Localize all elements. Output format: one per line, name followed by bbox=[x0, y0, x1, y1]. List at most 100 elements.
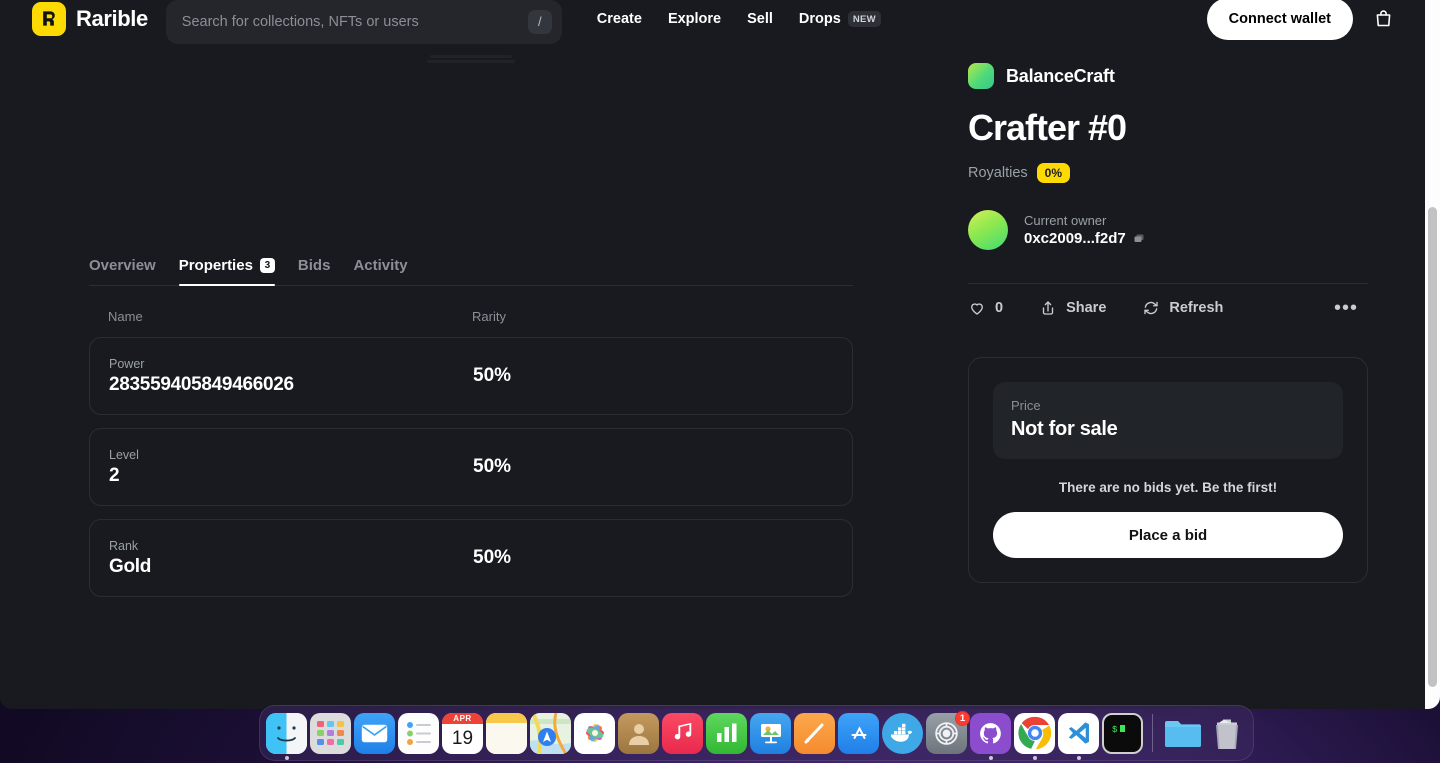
detail-tabs: Overview Properties 3 Bids Activity bbox=[89, 250, 853, 286]
dock-item-finder[interactable] bbox=[266, 712, 307, 760]
nav-item-explore[interactable]: Explore bbox=[655, 5, 734, 33]
running-indicator bbox=[988, 755, 993, 760]
dock-item-docker[interactable] bbox=[882, 712, 923, 754]
dock-item-terminal[interactable]: $ bbox=[1102, 712, 1143, 754]
property-rarity-cell: 50% bbox=[473, 456, 512, 477]
maps-icon bbox=[530, 712, 571, 754]
nav-item-drops-label: Drops bbox=[798, 10, 841, 27]
nav-item-create[interactable]: Create bbox=[584, 5, 655, 33]
dock-item-notes[interactable] bbox=[486, 712, 527, 754]
dock-item-contacts[interactable] bbox=[618, 712, 659, 754]
tab-bids[interactable]: Bids bbox=[298, 257, 331, 285]
scrollbar-thumb[interactable] bbox=[1428, 207, 1437, 687]
docker-icon bbox=[882, 712, 923, 754]
rarible-logo-icon bbox=[32, 1, 66, 36]
nav-item-explore-label: Explore bbox=[667, 10, 722, 27]
like-button[interactable]: 0 bbox=[968, 293, 1003, 323]
dock-item-calendar[interactable]: APR 19 bbox=[442, 712, 483, 754]
left-column: Overview Properties 3 Bids Activity Name bbox=[89, 250, 853, 597]
reminders-icon bbox=[398, 712, 439, 754]
property-rarity-cell: 50% bbox=[473, 547, 512, 568]
collection-link[interactable]: BalanceCraft bbox=[968, 63, 1368, 89]
tab-properties[interactable]: Properties 3 bbox=[178, 257, 276, 286]
scrollbar-track[interactable] bbox=[1425, 0, 1440, 709]
dock-item-google-chrome[interactable] bbox=[1014, 712, 1055, 760]
vscode-icon bbox=[1058, 712, 1099, 754]
table-row[interactable]: Rank Gold 50% bbox=[89, 519, 853, 597]
media-scroll-remnant bbox=[430, 55, 512, 58]
table-row[interactable]: Level 2 50% bbox=[89, 428, 853, 506]
properties-table-header: Name Rarity bbox=[89, 309, 853, 324]
nav-item-create-label: Create bbox=[596, 10, 642, 27]
dock-item-music[interactable] bbox=[662, 712, 703, 754]
dock-item-app-store[interactable] bbox=[838, 712, 879, 754]
running-indicator bbox=[1032, 755, 1037, 760]
dock-item-maps[interactable] bbox=[530, 712, 571, 754]
mail-icon bbox=[354, 712, 395, 754]
finder-icon bbox=[266, 712, 307, 754]
app-store-icon bbox=[838, 712, 879, 754]
shopping-bag-icon[interactable] bbox=[1367, 3, 1399, 35]
property-trait-value: 283559405849466026 bbox=[109, 373, 294, 395]
dock-item-settings[interactable]: 1 bbox=[926, 710, 970, 754]
music-icon bbox=[662, 712, 703, 754]
header-actions: Connect wallet bbox=[1206, 0, 1399, 40]
running-indicator bbox=[1076, 755, 1081, 760]
avatar bbox=[968, 210, 1008, 250]
dock-item-github-desktop[interactable] bbox=[970, 712, 1011, 760]
dock-item-downloads-folder[interactable] bbox=[1162, 713, 1203, 754]
heart-icon bbox=[968, 299, 986, 317]
item-action-row: 0 Share Refresh ••• bbox=[968, 284, 1368, 332]
running-indicator bbox=[284, 755, 289, 760]
chrome-icon bbox=[1014, 712, 1055, 754]
search-input[interactable] bbox=[181, 13, 528, 30]
property-trait-type: Rank bbox=[109, 538, 139, 553]
dock-item-photos[interactable] bbox=[574, 712, 615, 754]
nav-item-sell[interactable]: Sell bbox=[734, 5, 786, 33]
place-a-bid-button[interactable]: Place a bid bbox=[993, 512, 1343, 558]
trash-icon bbox=[1206, 713, 1247, 754]
dock-item-visual-studio-code[interactable] bbox=[1058, 712, 1099, 760]
brand-logo-link[interactable]: Rarible bbox=[32, 0, 148, 36]
property-name-cell: Level 2 bbox=[109, 448, 473, 487]
dock-item-numbers[interactable] bbox=[706, 712, 747, 754]
tab-overview[interactable]: Overview bbox=[89, 257, 156, 285]
owner-address: 0xc2009...f2d7 bbox=[1024, 230, 1126, 247]
dock-item-keynote[interactable] bbox=[750, 712, 791, 754]
tab-properties-count: 3 bbox=[259, 258, 275, 273]
dock-item-reminders[interactable] bbox=[398, 712, 439, 754]
main-nav: Create Explore Sell Drops NEW bbox=[584, 5, 894, 33]
nav-item-drops[interactable]: Drops NEW bbox=[786, 5, 894, 33]
numbers-icon bbox=[706, 712, 747, 754]
property-name-cell: Rank Gold bbox=[109, 539, 473, 578]
share-button[interactable]: Share bbox=[1039, 293, 1106, 323]
copy-icon[interactable] bbox=[1133, 233, 1145, 245]
page-title: Crafter #0 bbox=[968, 107, 1127, 148]
dock-item-trash[interactable] bbox=[1206, 713, 1247, 754]
column-header-rarity: Rarity bbox=[472, 309, 506, 324]
keynote-icon bbox=[750, 712, 791, 754]
refresh-button[interactable]: Refresh bbox=[1142, 293, 1223, 323]
more-options-button[interactable]: ••• bbox=[1334, 298, 1358, 318]
calendar-day: 19 bbox=[451, 727, 474, 749]
tab-overview-label: Overview bbox=[89, 257, 156, 274]
table-row[interactable]: Power 283559405849466026 50% bbox=[89, 337, 853, 415]
browser-window: Rarible / Create Explore Sell Drops NEW bbox=[0, 0, 1440, 709]
dock-item-mail[interactable] bbox=[354, 712, 395, 754]
property-trait-type: Level bbox=[109, 447, 139, 462]
notes-icon bbox=[486, 712, 527, 754]
webpage-viewport: Rarible / Create Explore Sell Drops NEW bbox=[0, 0, 1425, 709]
search-bar[interactable]: / bbox=[165, 0, 562, 44]
dock-separator bbox=[1152, 714, 1153, 752]
collection-avatar bbox=[968, 63, 994, 89]
royalties-badge: 0% bbox=[1036, 163, 1070, 183]
dock-item-freeform[interactable] bbox=[794, 712, 835, 754]
tab-activity[interactable]: Activity bbox=[353, 257, 407, 285]
column-header-name: Name bbox=[108, 309, 143, 324]
connect-wallet-button[interactable]: Connect wallet bbox=[1206, 0, 1353, 40]
property-trait-value: 2 bbox=[109, 464, 120, 486]
tab-activity-label: Activity bbox=[353, 257, 408, 274]
dock-item-launchpad[interactable] bbox=[310, 712, 351, 754]
current-owner[interactable]: Current owner 0xc2009...f2d7 bbox=[968, 210, 1368, 250]
property-trait-value: Gold bbox=[109, 555, 152, 577]
